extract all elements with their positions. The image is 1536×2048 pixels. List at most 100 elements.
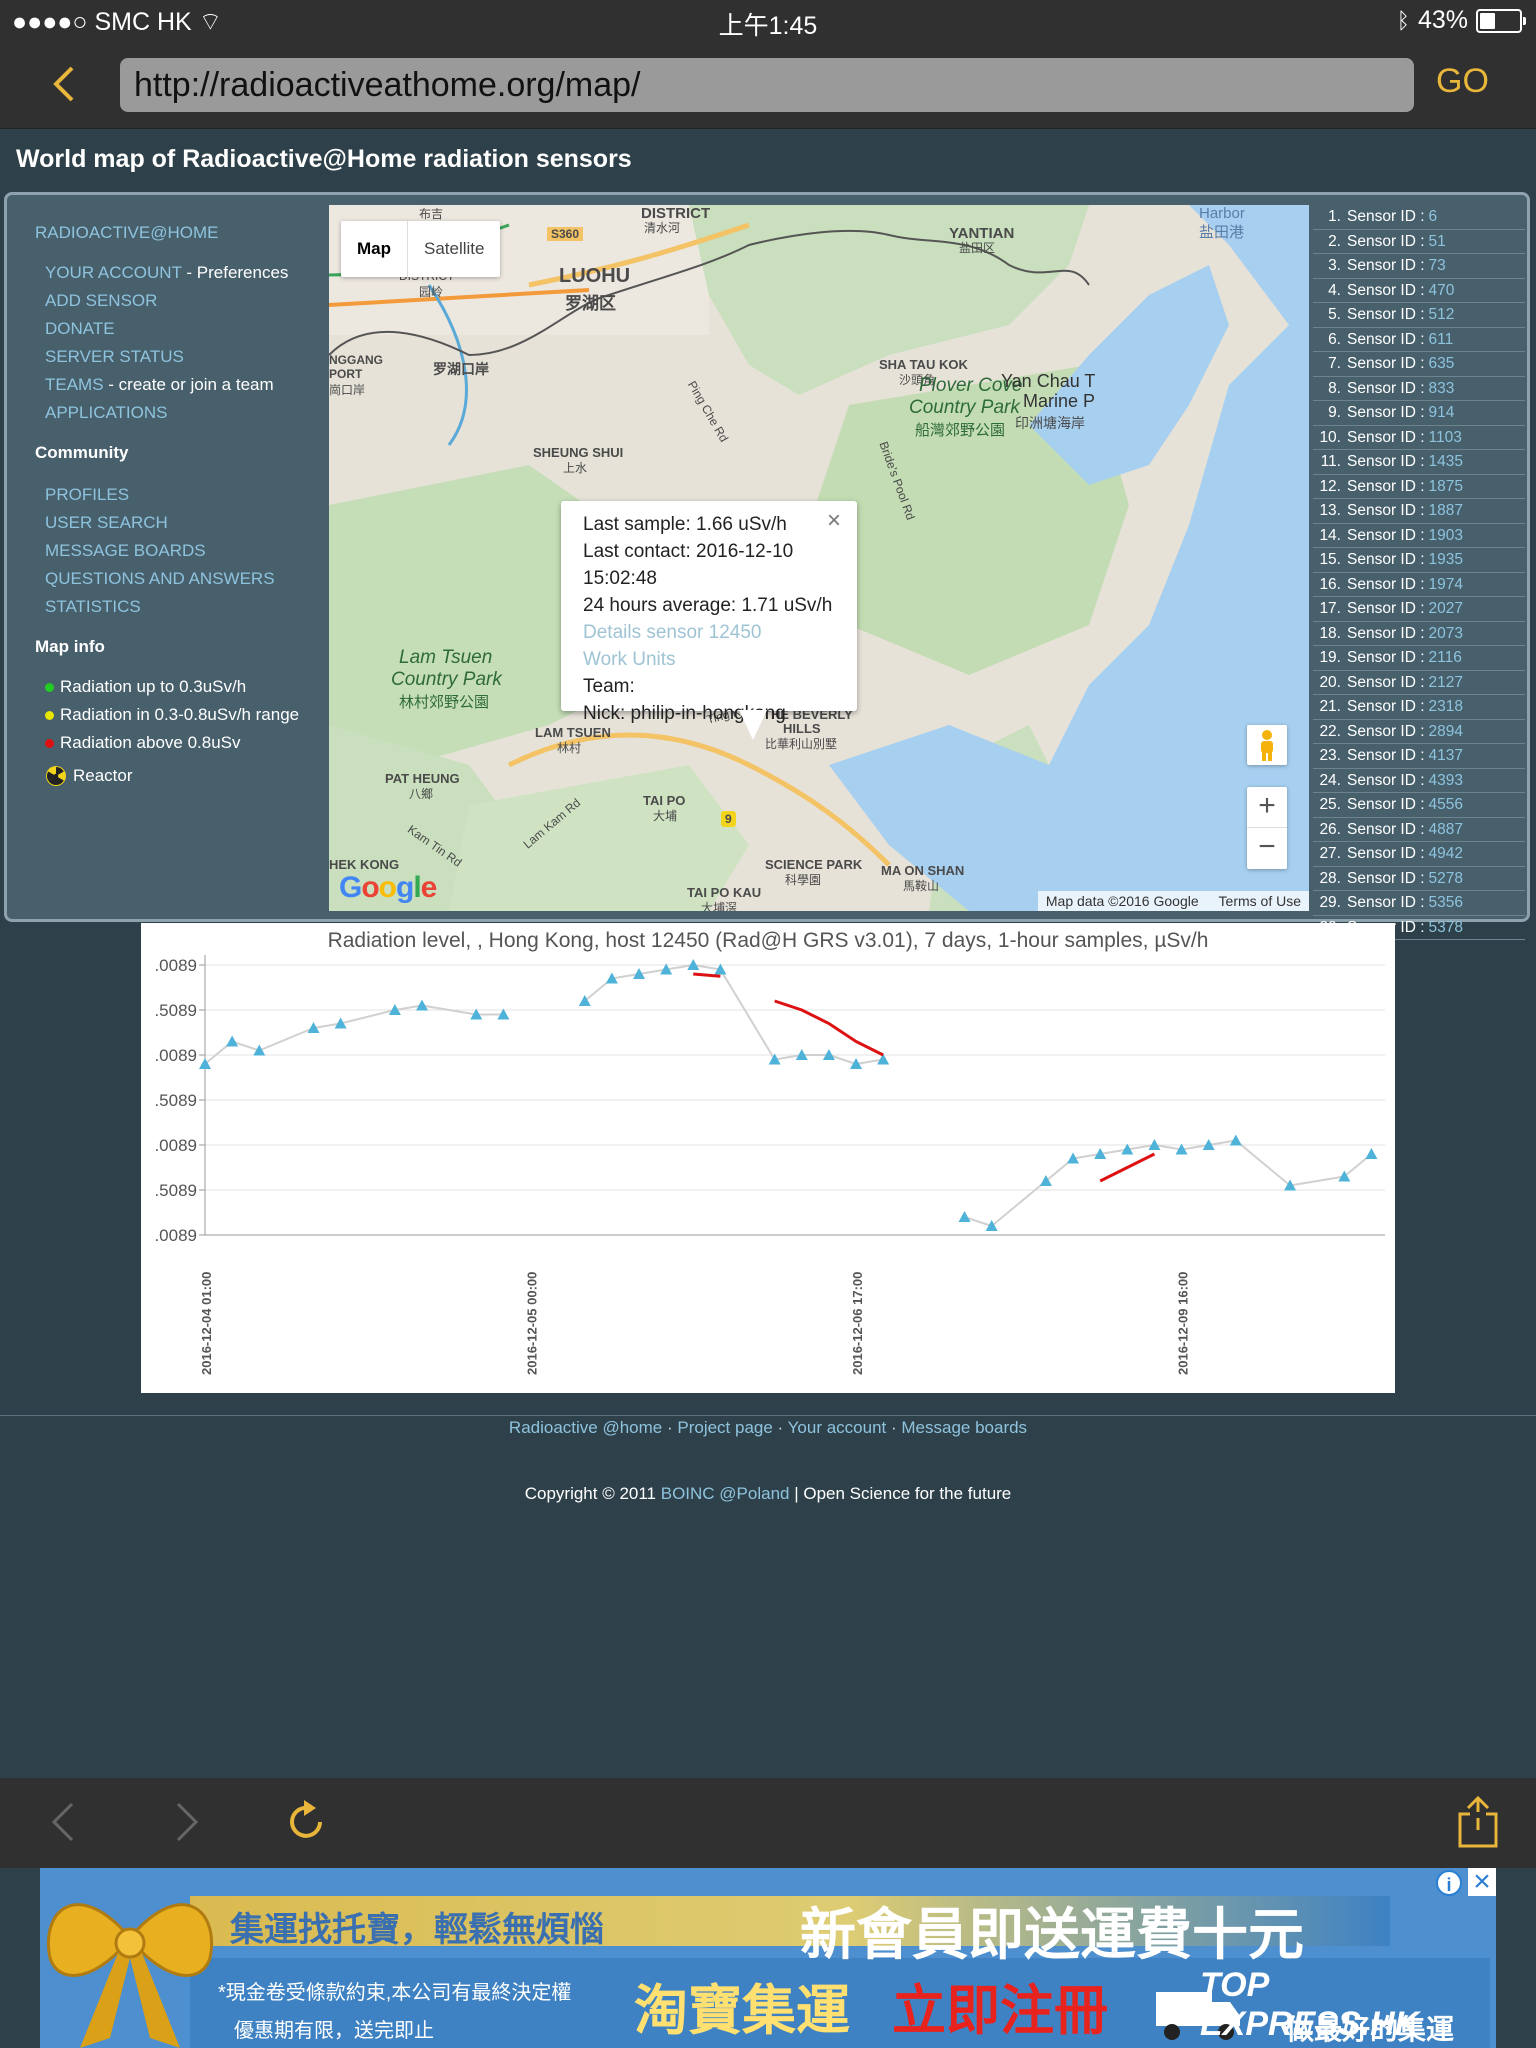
sensor-id-link[interactable]: 51 [1429, 230, 1446, 254]
sensor-list-item[interactable]: 29. Sensor ID :5356 [1313, 891, 1525, 916]
popup-work-units-link[interactable]: Work Units [583, 646, 835, 673]
preferences-text[interactable]: - Preferences [182, 263, 288, 282]
sensor-id-link[interactable]: 611 [1429, 328, 1454, 352]
sensor-id-link[interactable]: 1875 [1429, 475, 1463, 499]
sensor-id-link[interactable]: 4393 [1429, 769, 1463, 793]
sensor-list-item[interactable]: 8. Sensor ID :833 [1313, 377, 1525, 401]
sensor-list-item[interactable]: 1. Sensor ID :6 [1313, 205, 1525, 230]
ad-banner[interactable]: 集運找托寶，輕鬆無煩惱 新會員即送運費十元 *現金卷受條款約束,本公司有最終決定… [40, 1868, 1496, 2048]
sensor-list-item[interactable]: 19. Sensor ID :2116 [1313, 646, 1525, 671]
sensor-list-item[interactable]: 10. Sensor ID :1103 [1313, 426, 1525, 450]
sensor-id-link[interactable]: 4887 [1429, 818, 1463, 842]
zoom-in-button[interactable]: + [1247, 787, 1287, 828]
sensor-list-item[interactable]: 5. Sensor ID :512 [1313, 303, 1525, 328]
sensor-list-item[interactable]: 2. Sensor ID :51 [1313, 230, 1525, 254]
sensor-id-link[interactable]: 2116 [1429, 646, 1462, 670]
sensor-list-item[interactable]: 17. Sensor ID :2027 [1313, 597, 1525, 622]
sensor-id-link[interactable]: 4942 [1429, 842, 1463, 866]
nav-teams-label[interactable]: TEAMS [45, 375, 104, 394]
footer-link-message-boards[interactable]: Message boards [901, 1418, 1027, 1437]
sensor-id-link[interactable]: 6 [1429, 205, 1438, 229]
sensor-list-item[interactable]: 15. Sensor ID :1935 [1313, 548, 1525, 573]
sensor-list-item[interactable]: 21. Sensor ID :2318 [1313, 695, 1525, 720]
sensor-id-link[interactable]: 833 [1429, 377, 1455, 401]
sensor-id-link[interactable]: 1887 [1429, 499, 1463, 523]
share-icon[interactable] [1456, 1794, 1500, 1850]
nav-server-status[interactable]: SERVER STATUS [45, 347, 184, 367]
brand-link[interactable]: RADIOACTIVE@HOME [35, 223, 219, 243]
nav-your-account-label[interactable]: YOUR ACCOUNT [45, 263, 182, 282]
sensor-list-item[interactable]: 20. Sensor ID :2127 [1313, 671, 1525, 695]
popup-details-link[interactable]: Details sensor 12450 [583, 619, 835, 646]
street-view-pegman[interactable] [1247, 725, 1287, 765]
sensor-id-link[interactable]: 2127 [1429, 671, 1463, 695]
forward-icon[interactable] [172, 1800, 202, 1844]
sensor-list-item[interactable]: 25. Sensor ID :4556 [1313, 793, 1525, 818]
sensor-id-link[interactable]: 2073 [1429, 622, 1463, 646]
sensor-list-item[interactable]: 12. Sensor ID :1875 [1313, 475, 1525, 499]
sensor-list-item[interactable]: 22. Sensor ID :2894 [1313, 720, 1525, 744]
back-icon[interactable] [48, 1800, 78, 1844]
ad-info-icon[interactable]: i [1436, 1870, 1462, 1896]
sensor-id-link[interactable]: 1974 [1429, 573, 1463, 597]
sensor-id-link[interactable]: 1435 [1429, 450, 1463, 474]
sensor-id-link[interactable]: 5378 [1429, 916, 1463, 940]
boinc-poland-link[interactable]: BOINC @Poland [661, 1484, 790, 1503]
url-field[interactable]: http://radioactiveathome.org/map/ [120, 58, 1414, 112]
nav-donate[interactable]: DONATE [45, 319, 115, 339]
sensor-id-link[interactable]: 470 [1429, 279, 1455, 303]
nav-add-sensor[interactable]: ADD SENSOR [45, 291, 157, 311]
nav-statistics[interactable]: STATISTICS [45, 597, 141, 617]
nav-applications[interactable]: APPLICATIONS [45, 403, 168, 423]
map[interactable]: DISTRICT 清水河 布吉 S360 DISTRICT 园岭 LUOHU 罗… [329, 205, 1309, 911]
footer-link-project[interactable]: Project page [677, 1418, 772, 1437]
nav-profiles[interactable]: PROFILES [45, 485, 129, 505]
sensor-id-link[interactable]: 914 [1429, 401, 1455, 425]
sensor-id-link[interactable]: 2894 [1429, 720, 1463, 744]
sensor-id-link[interactable]: 4556 [1429, 793, 1463, 817]
footer-link-account[interactable]: Your account [788, 1418, 887, 1437]
sensor-list-item[interactable]: 11. Sensor ID :1435 [1313, 450, 1525, 475]
sensor-id-link[interactable]: 5356 [1429, 891, 1463, 915]
sensor-list-item[interactable]: 7. Sensor ID :635 [1313, 352, 1525, 377]
sensor-id-link[interactable]: 2318 [1429, 695, 1463, 719]
reload-icon[interactable] [282, 1798, 330, 1846]
sensor-id-link[interactable]: 5278 [1429, 867, 1463, 891]
terms-of-use-link[interactable]: Terms of Use [1219, 893, 1301, 909]
back-chevron-icon[interactable] [46, 62, 86, 106]
nav-teams[interactable]: TEAMS - create or join a team [45, 375, 274, 395]
sensor-list-item[interactable]: 28. Sensor ID :5278 [1313, 867, 1525, 891]
sensor-id-link[interactable]: 73 [1429, 254, 1446, 278]
footer-link-radioactive[interactable]: Radioactive @home [509, 1418, 662, 1437]
sensor-list-item[interactable]: 3. Sensor ID :73 [1313, 254, 1525, 279]
close-icon[interactable]: × [827, 507, 841, 535]
sensor-list-item[interactable]: 4. Sensor ID :470 [1313, 279, 1525, 303]
sensor-list-item[interactable]: 9. Sensor ID :914 [1313, 401, 1525, 426]
sensor-id-link[interactable]: 635 [1429, 352, 1455, 376]
sensor-id-link[interactable]: 4137 [1429, 744, 1463, 768]
sensor-list-item[interactable]: 23. Sensor ID :4137 [1313, 744, 1525, 769]
go-button[interactable]: GO [1436, 62, 1489, 101]
sensor-list-item[interactable]: 16. Sensor ID :1974 [1313, 573, 1525, 597]
sensor-list-item[interactable]: 18. Sensor ID :2073 [1313, 622, 1525, 646]
sensor-list-item[interactable]: 13. Sensor ID :1887 [1313, 499, 1525, 524]
nav-message-boards[interactable]: MESSAGE BOARDS [45, 541, 206, 561]
map-type-map-button[interactable]: Map [341, 221, 408, 277]
sensor-id-link[interactable]: 1103 [1429, 426, 1462, 450]
nav-user-search[interactable]: USER SEARCH [45, 513, 168, 533]
nav-questions-answers[interactable]: QUESTIONS AND ANSWERS [45, 569, 275, 589]
sensor-list-item[interactable]: 14. Sensor ID :1903 [1313, 524, 1525, 548]
sensor-id-link[interactable]: 2027 [1429, 597, 1463, 621]
sensor-list-item[interactable]: 26. Sensor ID :4887 [1313, 818, 1525, 842]
zoom-out-button[interactable]: − [1247, 828, 1287, 868]
nav-your-account[interactable]: YOUR ACCOUNT - Preferences [45, 263, 288, 283]
sensor-id-link[interactable]: 1903 [1429, 524, 1463, 548]
ad-cta[interactable]: 立即注冊 [892, 1966, 1108, 2045]
sensor-id-link[interactable]: 512 [1429, 303, 1455, 327]
ad-close-icon[interactable]: × [1468, 1868, 1496, 1897]
sensor-list-item[interactable]: 24. Sensor ID :4393 [1313, 769, 1525, 793]
sensor-id-link[interactable]: 1935 [1429, 548, 1463, 572]
map-type-satellite-button[interactable]: Satellite [408, 221, 500, 277]
sensor-list-item[interactable]: 27. Sensor ID :4942 [1313, 842, 1525, 867]
sensor-list-item[interactable]: 6. Sensor ID :611 [1313, 328, 1525, 352]
